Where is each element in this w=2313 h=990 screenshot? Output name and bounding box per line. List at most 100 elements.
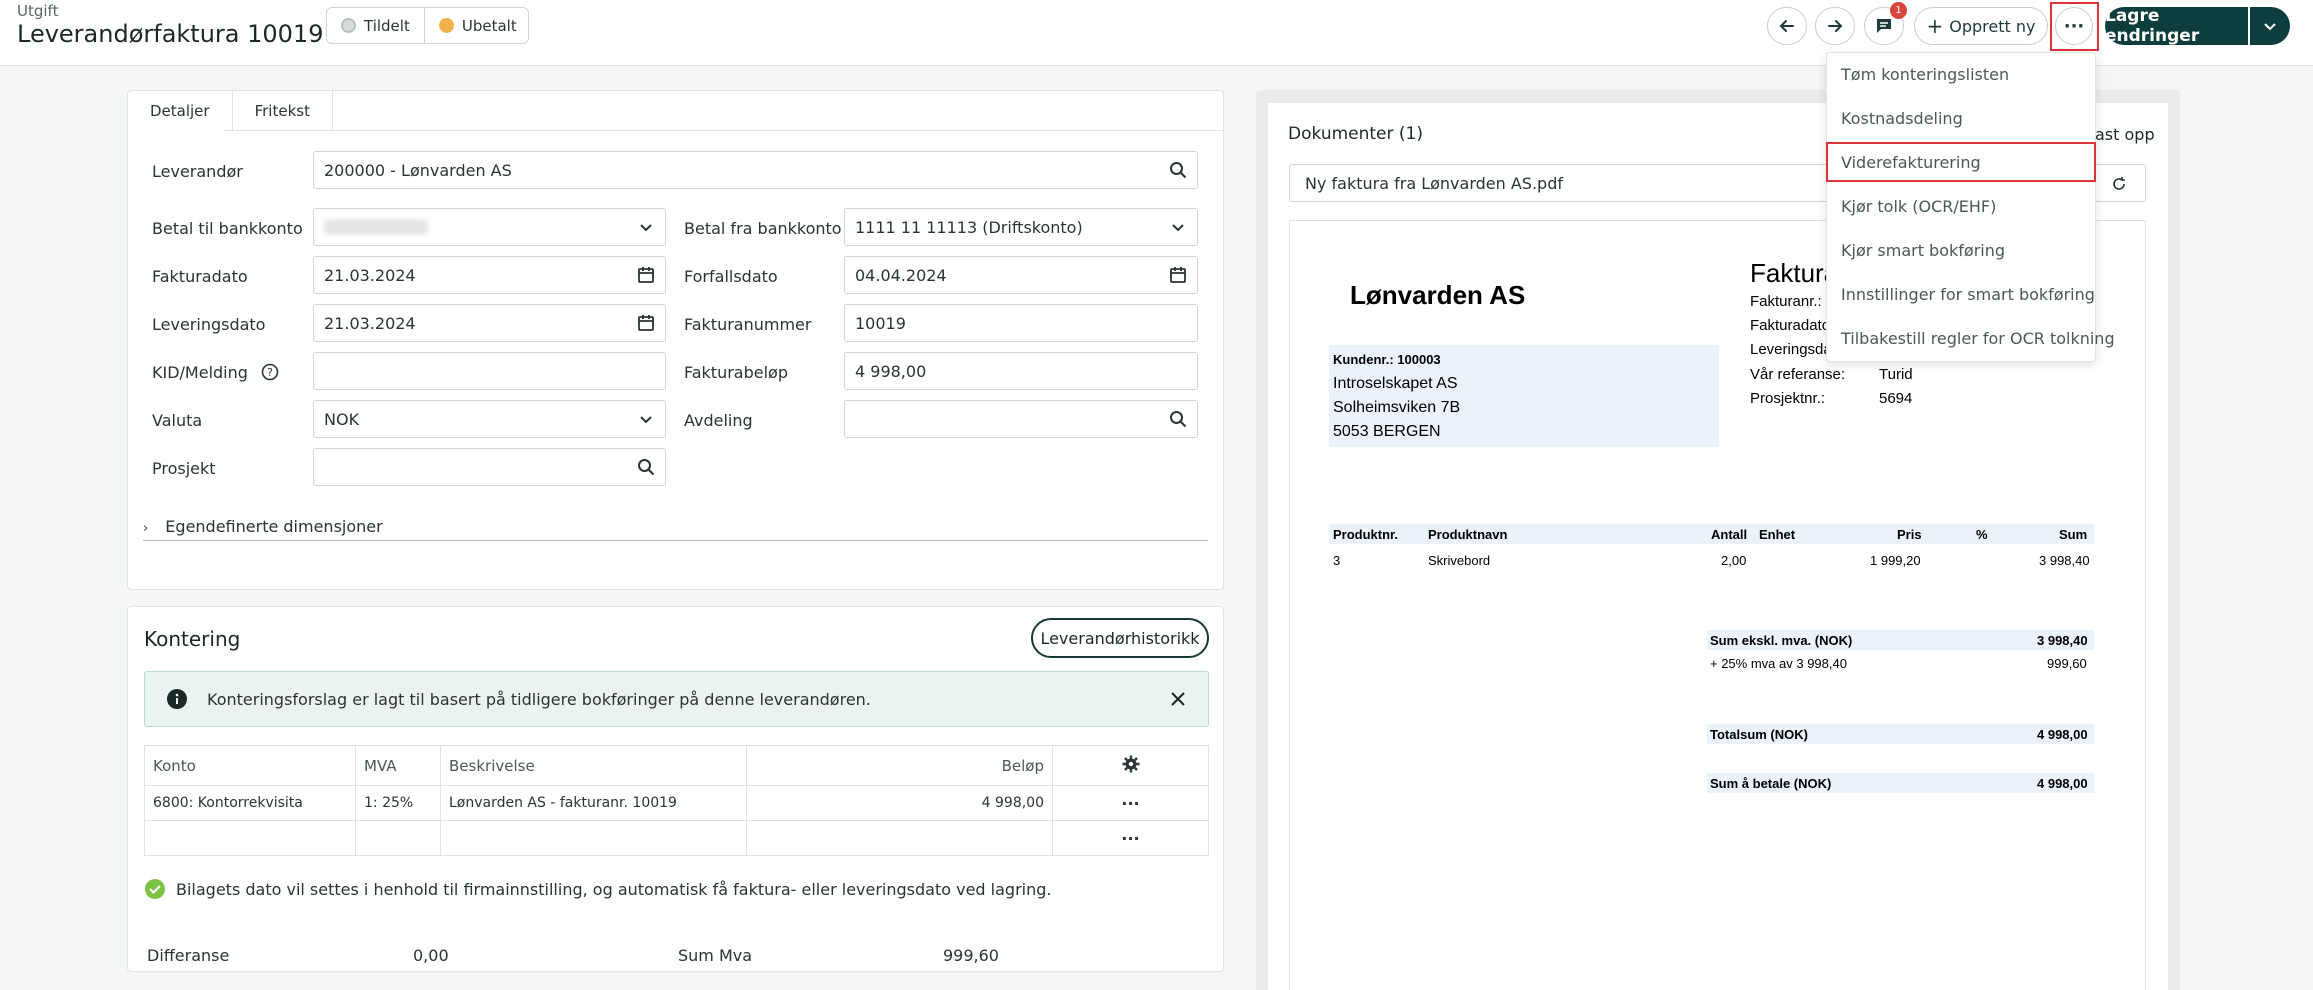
row-actions-button[interactable]: ··· [1052,820,1209,856]
pay-from-account-select[interactable]: 1111 11 11113 (Driftskonto) [844,208,1198,246]
project-input[interactable] [313,448,666,486]
invoice-col-header: Produktnavn [1428,527,1508,542]
column-beskrivelse: Beskrivelse [440,745,747,786]
invoice-date-value: 21.03.2024 [324,265,416,285]
empty-mva[interactable] [355,820,441,856]
create-new-label: Opprett ny [1949,16,2036,36]
menu-item-smart-booking-settings[interactable]: Innstillinger for smart bokføring [1841,285,2095,304]
menu-item-smart-booking[interactable]: Kjør smart bokføring [1841,241,2005,260]
chevron-down-icon [2264,23,2276,31]
next-button[interactable] [1815,7,1855,45]
kid-input[interactable] [313,352,666,390]
supplier-history-button[interactable]: Leverandørhistorikk [1031,618,1209,658]
invoice-number-value: 10019 [855,313,906,333]
payment-status-button[interactable]: Ubetalt [423,8,531,43]
project-label: Prosjekt [152,459,216,478]
invoice-meta-label: Prosjektnr.: [1750,390,1826,407]
empty-beskrivelse[interactable] [440,820,747,856]
assigned-status-button[interactable]: Tildelt [327,8,424,43]
empty-belop[interactable] [746,820,1053,856]
invoice-number-input[interactable]: 10019 [844,304,1198,342]
comment-icon [1877,19,1891,33]
menu-item-clear-kontering[interactable]: Tøm konteringslisten [1841,65,2009,84]
tab-details[interactable]: Detaljer [128,91,233,131]
more-options-highlight [2050,2,2099,51]
delivery-date-input[interactable]: 21.03.2024 [313,304,666,342]
department-input[interactable] [844,400,1198,438]
previous-button[interactable] [1767,7,1807,45]
kid-label: KID/Melding ? [152,363,279,382]
invoice-reference: Turid [1879,366,1913,383]
menu-item-cost-sharing[interactable]: Kostnadsdeling [1841,109,1963,128]
sum-excl-label: Sum ekskl. mva. (NOK) [1710,633,1853,648]
section-divider [143,540,1208,541]
menu-item-reset-ocr-rules[interactable]: Tilbakestill regler for OCR tolkning [1841,329,2115,348]
tab-free-text[interactable]: Fritekst [233,91,333,131]
column-konto: Konto [144,745,356,786]
payment-label: Ubetalt [461,16,517,35]
documents-title: Dokumenter (1) [1288,124,1423,144]
supplier-input[interactable]: 200000 - Lønvarden AS [313,151,1198,189]
row-konto[interactable]: 6800: Kontorrekvisita [144,785,356,821]
close-icon[interactable] [1170,691,1186,707]
table-row[interactable]: 6800: Kontorrekvisita 1: 25% Lønvarden A… [144,785,1209,821]
invoice-meta-label: Fakturadato [1750,317,1831,334]
save-options-toggle[interactable] [2250,7,2290,45]
invoice-date-label: Fakturadato [152,267,248,286]
sum-excl-value: 3 998,40 [2037,633,2088,648]
help-icon[interactable]: ? [261,363,279,381]
calendar-icon[interactable] [637,314,655,332]
invoice-meta-label: Vår referanse: [1750,366,1846,383]
currency-select[interactable]: NOK [313,400,666,438]
pay-from-account-label: Betal fra bankkonto [684,219,842,238]
details-card: Detaljer Fritekst Leverandør 200000 - Lø… [127,90,1224,590]
table-row-empty[interactable]: ··· [144,820,1209,856]
pay-to-account-label: Betal til bankkonto [152,219,303,238]
due-date-input[interactable]: 04.04.2024 [844,256,1198,294]
chevron-down-icon [640,224,652,232]
supplier-label: Leverandør [152,162,243,181]
search-icon[interactable] [637,458,655,476]
invoice-line-qty: 2,00 [1721,553,1747,568]
calendar-icon[interactable] [1169,266,1187,284]
search-icon[interactable] [1169,410,1187,428]
to-pay-value: 4 998,00 [2037,776,2088,791]
customer-line: Solheimsviken 7B [1333,399,1461,416]
invoice-line-price: 1 999,20 [1870,553,1921,568]
sum-vat-label: Sum Mva [678,946,753,965]
invoice-date-input[interactable]: 21.03.2024 [313,256,666,294]
empty-konto[interactable] [144,820,356,856]
refresh-icon[interactable] [2111,176,2127,192]
invoice-project-number: 5694 [1879,390,1913,407]
row-mva[interactable]: 1: 25% [355,785,441,821]
currency-value: NOK [324,409,360,429]
calendar-icon[interactable] [637,266,655,284]
department-label: Avdeling [684,411,753,430]
tabs-divider [224,130,1223,131]
invoice-amount-value: 4 998,00 [855,361,927,381]
gear-icon[interactable] [1122,755,1140,773]
upload-link[interactable]: ast opp [2095,125,2155,144]
masked-account-value [324,219,428,235]
custom-dimensions-toggle[interactable]: › Egendefinerte dimensjoner [143,517,383,536]
invoice-col-header: Produktnr. [1333,527,1399,542]
invoice-col-header: Sum [2059,527,2088,542]
row-beskrivelse[interactable]: Lønvarden AS - fakturanr. 10019 [440,785,747,821]
invoice-amount-input[interactable]: 4 998,00 [844,352,1198,390]
due-date-value: 04.04.2024 [855,265,947,285]
search-icon[interactable] [1169,161,1187,179]
plus-icon: + [1926,14,1944,38]
menu-item-run-ocr[interactable]: Kjør tolk (OCR/EHF) [1841,197,1996,216]
svg-text:?: ? [267,366,273,379]
row-actions-button[interactable]: ··· [1052,785,1209,821]
invoice-line-nr: 3 [1333,553,1341,568]
table-settings-cell [1052,745,1209,786]
currency-label: Valuta [152,411,203,430]
pay-to-account-select[interactable] [313,208,666,246]
comments-button[interactable]: 1 [1864,2,1907,45]
save-changes-button[interactable]: Lagre endringer [2105,6,2248,46]
row-belop[interactable]: 4 998,00 [746,785,1053,821]
invoice-line-sum: 3 998,40 [2039,553,2090,568]
kontering-title: Kontering [144,627,241,651]
create-new-button[interactable]: + Opprett ny [1914,7,2048,45]
